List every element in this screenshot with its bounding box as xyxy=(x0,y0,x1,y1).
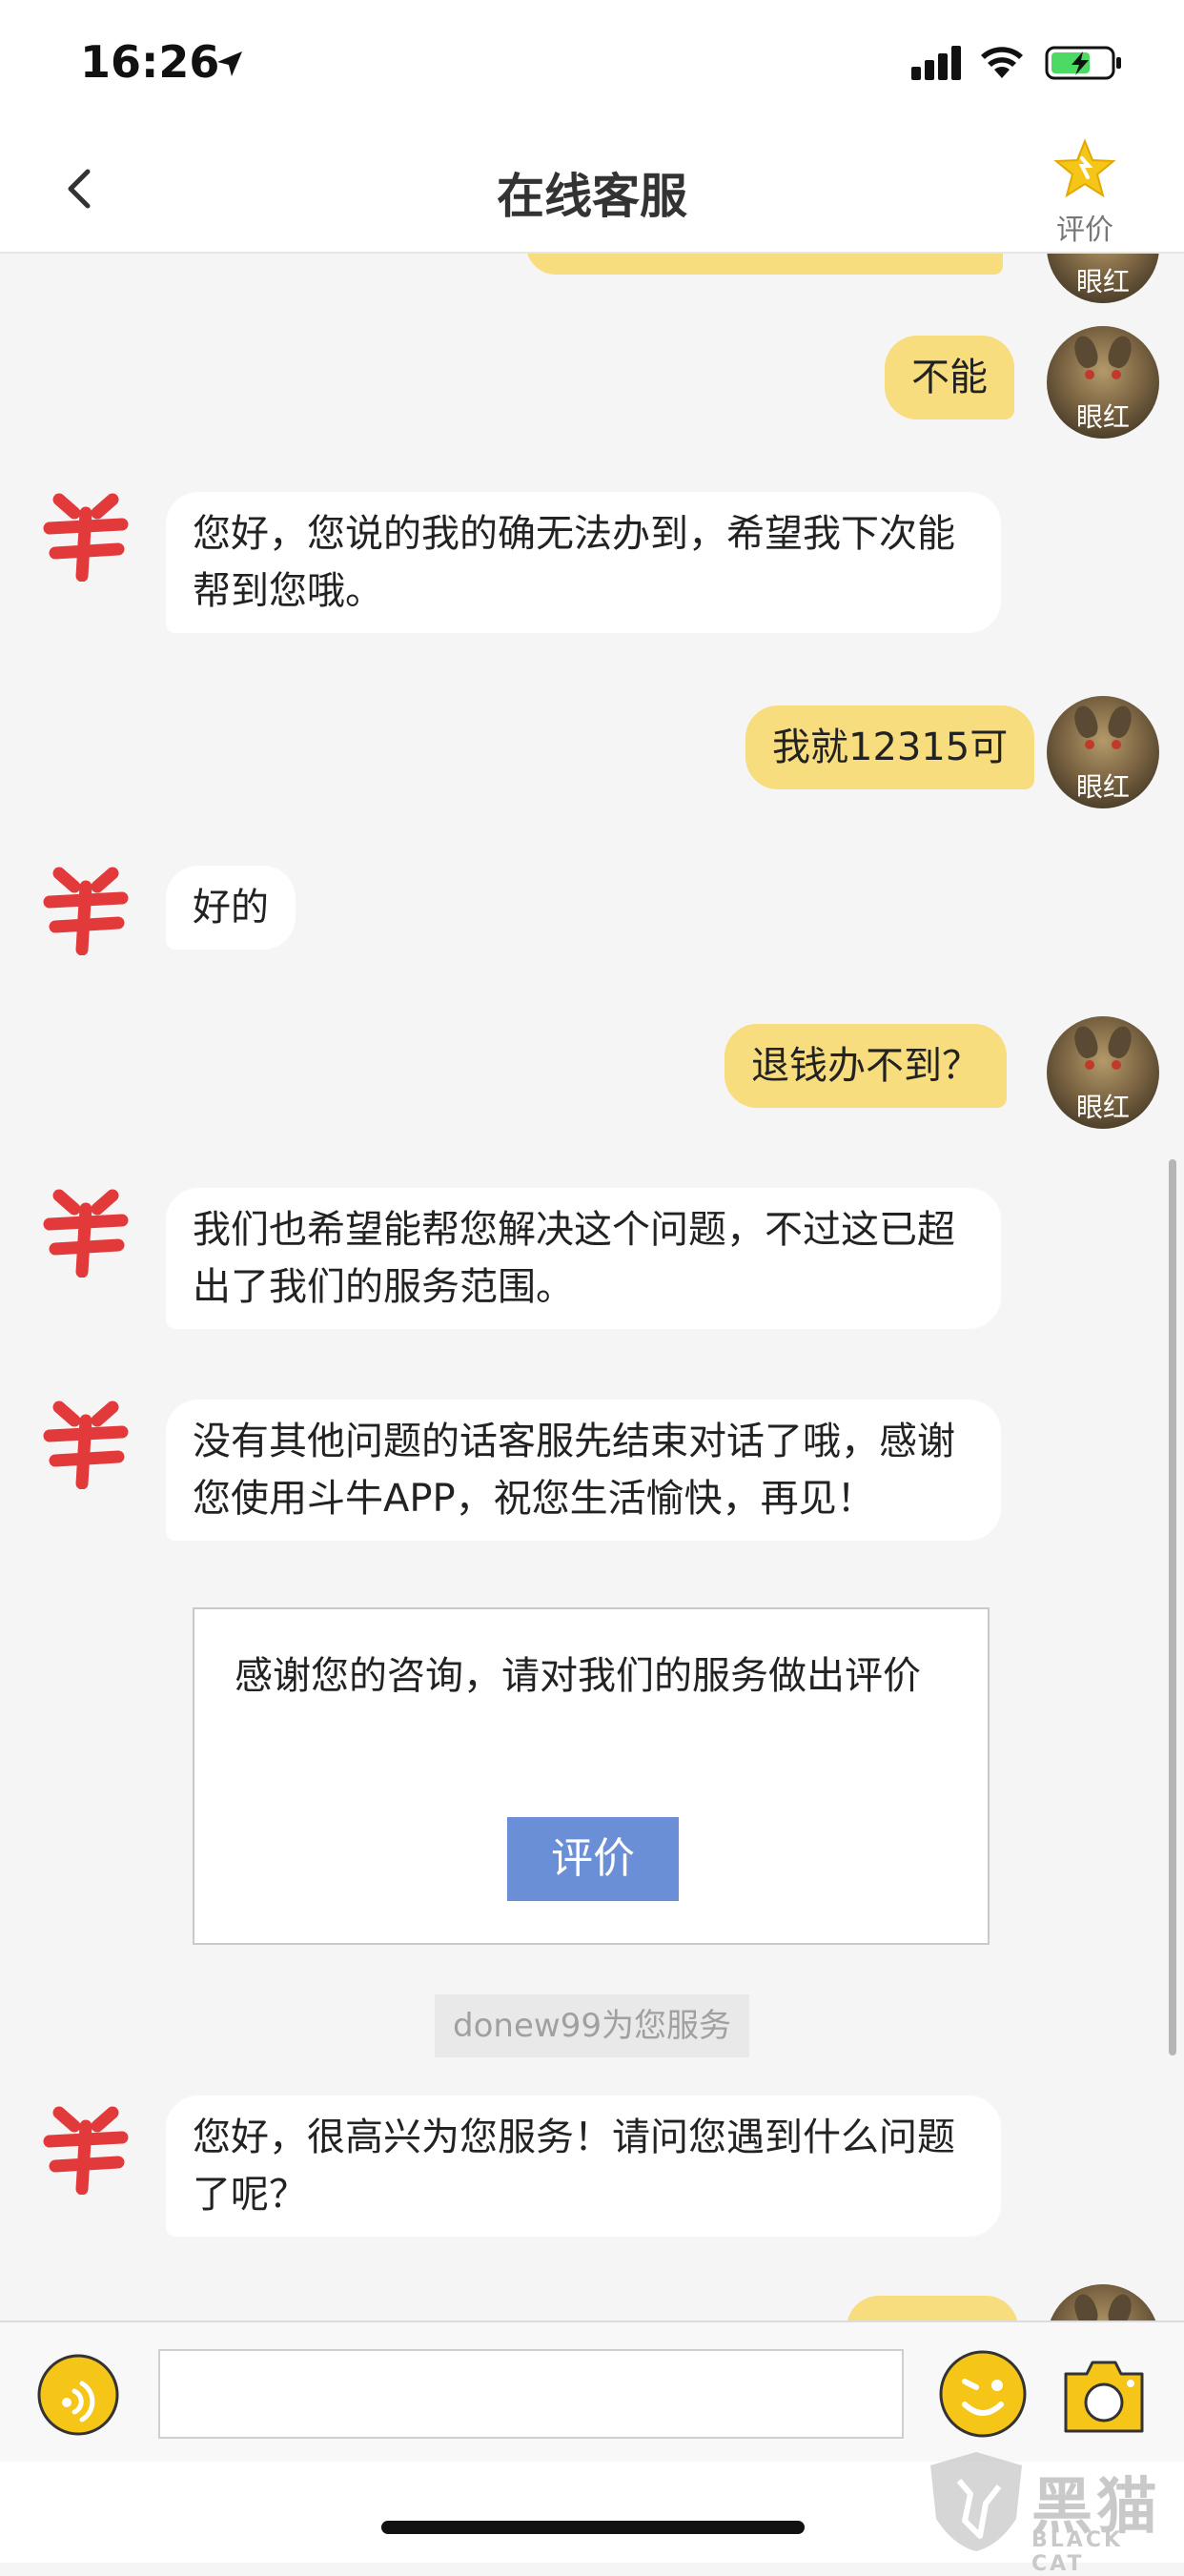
user-nickname: 眼红 xyxy=(1075,401,1130,433)
wifi-icon xyxy=(981,47,1023,78)
nav-bar: 在线客服 评价 xyxy=(0,126,1184,254)
camera-icon[interactable] xyxy=(1058,2353,1150,2439)
service-message-bubble: 好的 xyxy=(166,866,296,950)
service-logo-icon xyxy=(43,1400,129,1489)
scrollbar[interactable] xyxy=(1169,1159,1176,2055)
user-avatar: 眼红 xyxy=(1047,1016,1159,1129)
input-bar xyxy=(0,2320,1184,2464)
rate-label: 评价 xyxy=(1056,214,1113,247)
service-message-bubble: 我们也希望能帮您解决这个问题，不过这已超出了我们的服务范围。 xyxy=(166,1188,1001,1329)
service-logo-icon xyxy=(43,1189,129,1278)
service-logo-icon xyxy=(43,493,129,582)
user-avatar: 眼红 xyxy=(1047,254,1159,303)
watermark-sub: BLACK CAT xyxy=(1031,2528,1124,2576)
rating-prompt-text: 感谢您的咨询，请对我们的服务做出评价 xyxy=(235,1654,921,1698)
location-arrow-icon xyxy=(217,51,242,76)
user-message-bubble: 我就12315可 xyxy=(745,705,1035,789)
user-avatar: 眼红 xyxy=(1047,696,1159,808)
home-indicator[interactable] xyxy=(381,2521,805,2534)
service-message-bubble: 没有其他问题的话客服先结束对话了哦，感谢您使用斗牛APP，祝您生活愉快，再见！ xyxy=(166,1400,1001,1541)
user-nickname: 眼红 xyxy=(1075,771,1130,803)
partial-user-bubble xyxy=(526,254,1003,275)
user-avatar: 眼红 xyxy=(1047,326,1159,439)
rate-service-button[interactable]: 评价 xyxy=(1039,137,1131,248)
status-time: 16:26 xyxy=(80,36,220,88)
service-logo-icon xyxy=(43,2106,129,2195)
star-icon xyxy=(1053,138,1116,198)
chat-area[interactable]: 眼红 不能 眼红 您好，您说的我的确无法办到，希望我下次能帮到您哦。 我就123… xyxy=(0,254,1184,2320)
battery-charging-icon xyxy=(1045,46,1121,80)
rate-button[interactable]: 评价 xyxy=(507,1817,679,1901)
user-nickname: 眼红 xyxy=(1075,266,1130,297)
voice-input-icon[interactable] xyxy=(36,2353,120,2437)
agent-tag: donew99为您服务 xyxy=(435,1994,749,2057)
message-input[interactable] xyxy=(158,2349,904,2439)
cellular-signal-icon xyxy=(911,46,961,80)
user-message-bubble: 不能 xyxy=(885,336,1014,419)
cat-shield-logo-icon xyxy=(930,2452,1022,2551)
partial-user-bubble xyxy=(847,2296,1018,2320)
user-nickname: 眼红 xyxy=(1075,1092,1130,1123)
service-message-bubble: 您好，您说的我的确无法办到，希望我下次能帮到您哦。 xyxy=(166,492,1001,633)
status-bar: 16:26 xyxy=(0,0,1184,126)
user-message-bubble: 退钱办不到？ xyxy=(725,1024,1007,1108)
page-title: 在线客服 xyxy=(497,169,687,224)
service-message-bubble: 您好，很高兴为您服务！请问您遇到什么问题了呢？ xyxy=(166,2096,1001,2237)
rating-card: 感谢您的咨询，请对我们的服务做出评价 评价 xyxy=(193,1607,990,1945)
service-logo-icon xyxy=(43,867,129,955)
emoji-icon[interactable] xyxy=(938,2349,1028,2439)
user-avatar xyxy=(1047,2284,1159,2320)
